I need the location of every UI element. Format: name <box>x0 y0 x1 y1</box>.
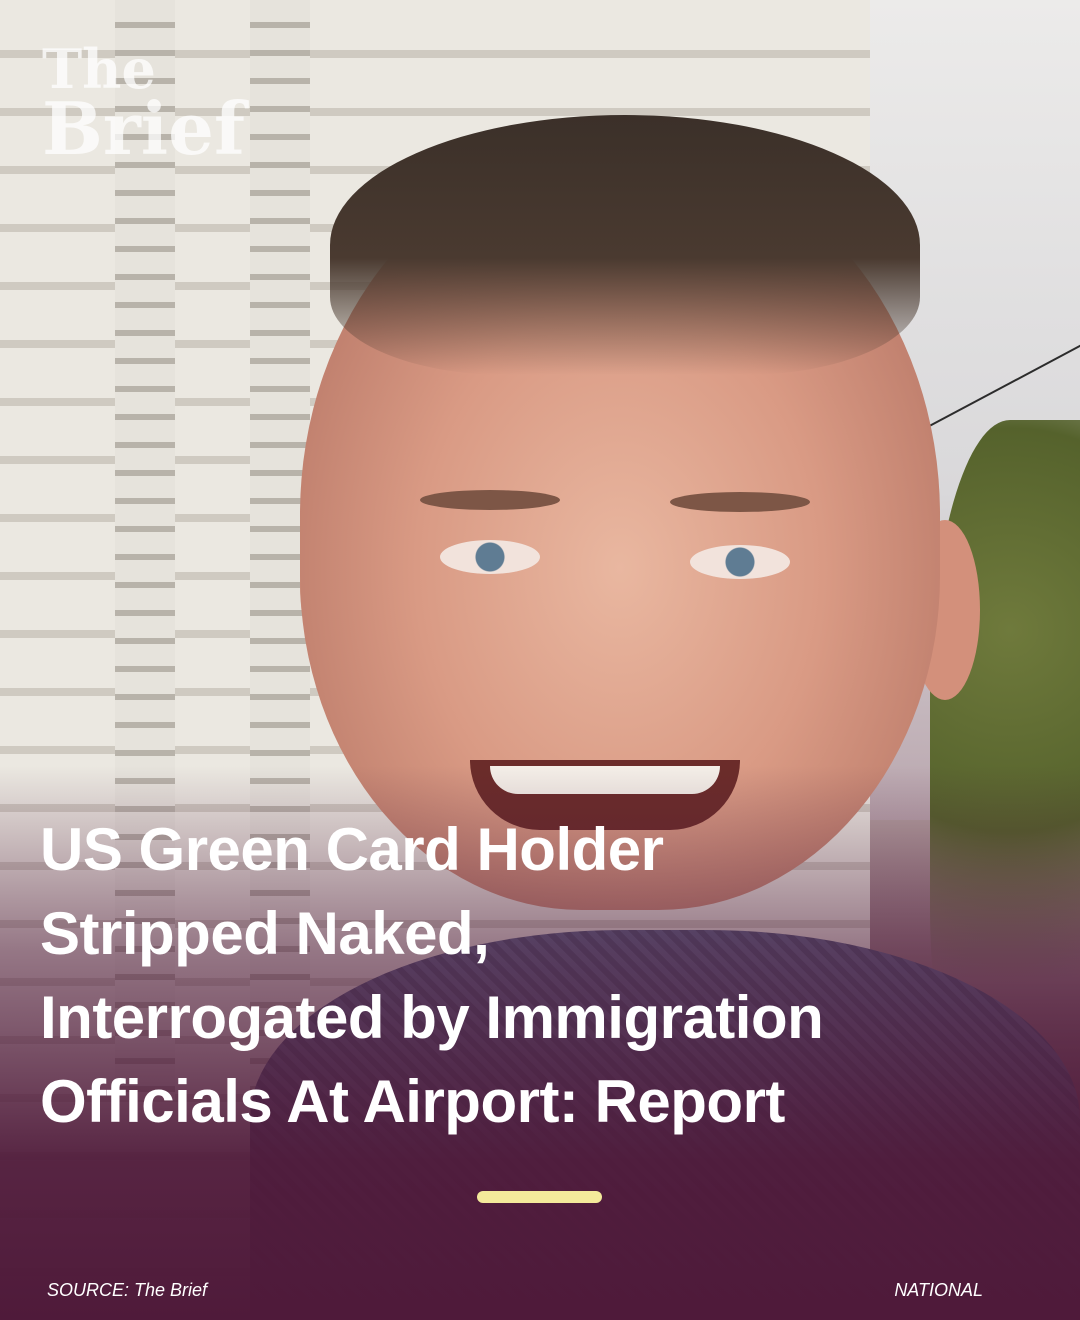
headline-line-3: Interrogated by Immigration <box>40 984 824 1051</box>
news-card: The Brief US Green Card Holder Stripped … <box>0 0 1080 1320</box>
source-credit: SOURCE: The Brief <box>47 1280 208 1300</box>
logo-line-2: Brief <box>42 86 245 172</box>
brand-logo: The Brief <box>42 42 245 172</box>
accent-divider <box>477 1191 602 1203</box>
category-label: NATIONAL <box>894 1280 983 1300</box>
headline: US Green Card Holder Stripped Naked, Int… <box>40 808 1020 1144</box>
headline-line-4: Officials At Airport: Report <box>40 1068 785 1135</box>
headline-line-2: Stripped Naked, <box>40 900 490 967</box>
headline-line-1: US Green Card Holder <box>40 816 664 883</box>
footer: SOURCE: The Brief NATIONAL <box>0 1280 1080 1310</box>
